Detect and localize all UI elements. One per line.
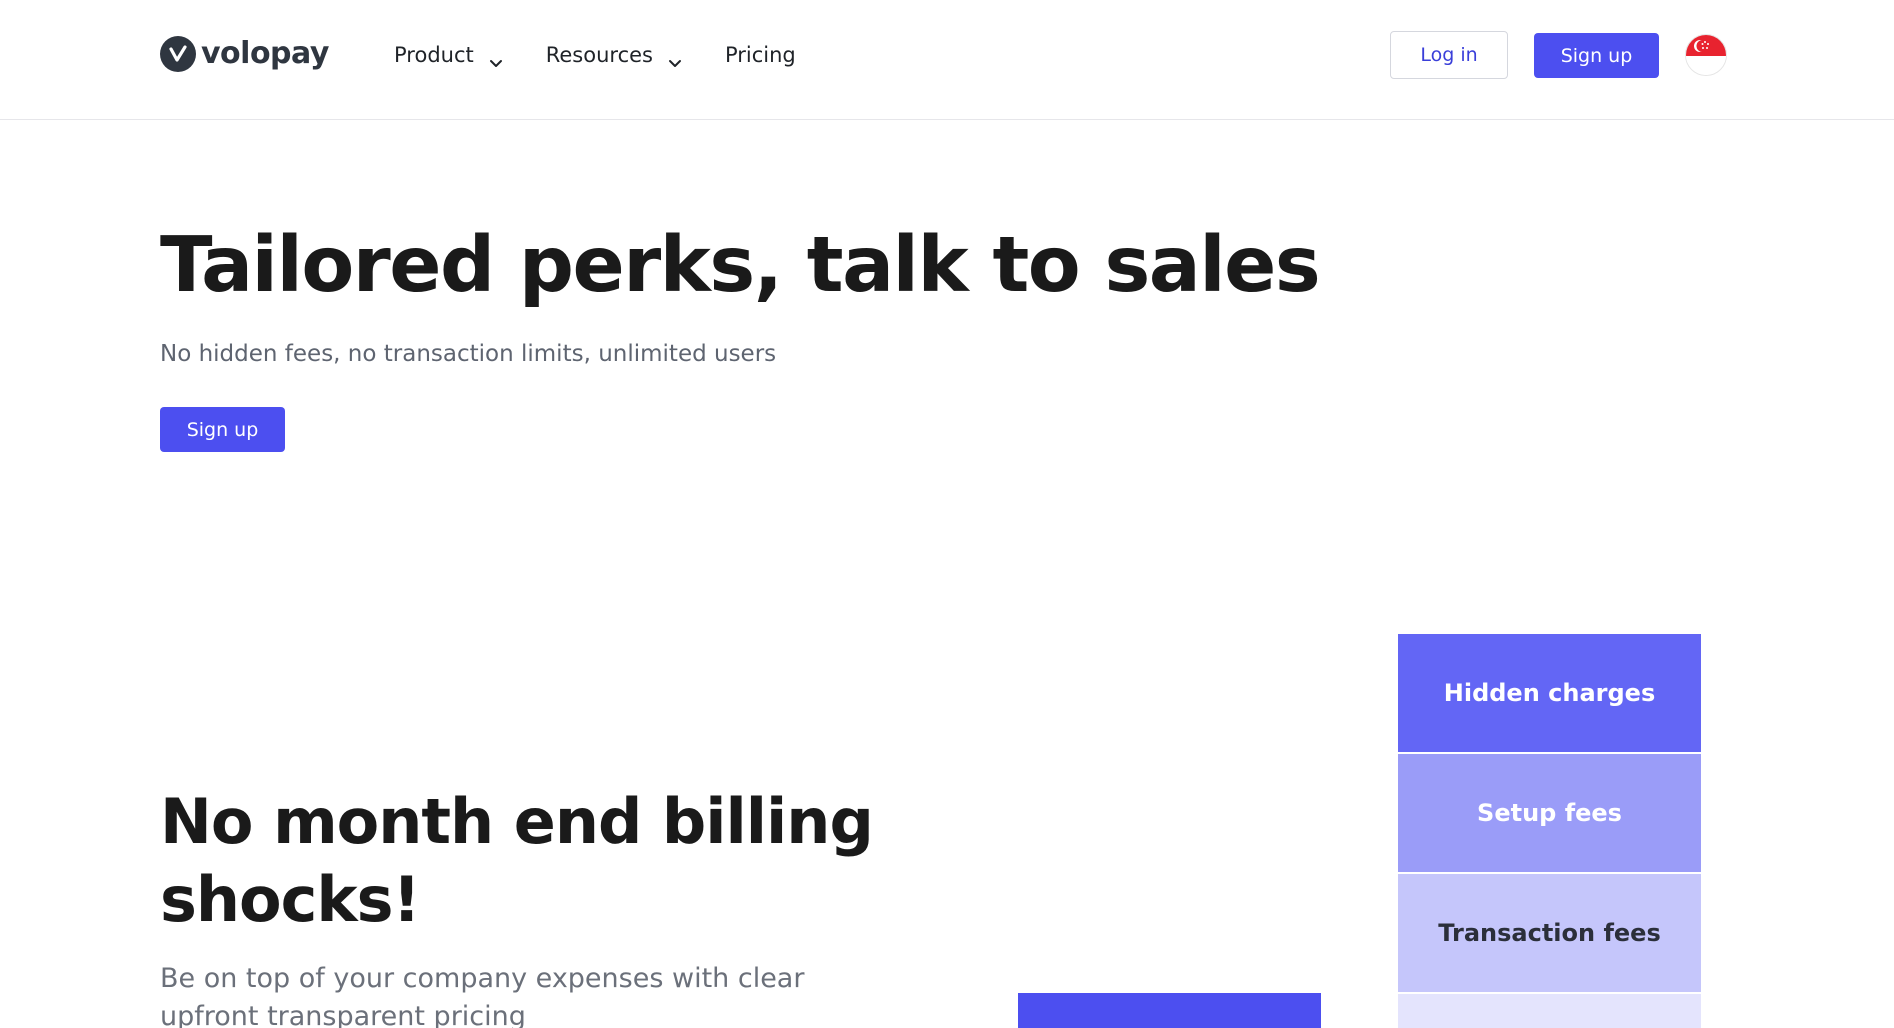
login-button[interactable]: Log in <box>1390 31 1508 79</box>
hero-subtitle: No hidden fees, no transaction limits, u… <box>160 341 777 367</box>
main-nav: Product Resources Pricing <box>394 38 838 72</box>
nav-item-pricing[interactable]: Pricing <box>725 38 796 72</box>
billing-section-title: No month end billing shocks! <box>160 785 874 936</box>
volopay-logo[interactable]: volopay <box>160 34 329 74</box>
volopay-logo-icon <box>160 36 196 72</box>
nav-item-label: Resources <box>545 43 653 67</box>
fee-transaction-fees: Transaction fees <box>1398 874 1701 992</box>
site-header: volopay Product Resources Pricing Log in… <box>0 0 1894 120</box>
logo-text: volopay <box>201 36 329 71</box>
fee-stack: Hidden charges Setup fees Transaction fe… <box>1398 634 1701 1028</box>
signup-button[interactable]: Sign up <box>1534 33 1659 78</box>
nav-item-label: Pricing <box>724 43 796 67</box>
nav-item-product[interactable]: Product <box>394 38 504 72</box>
comparison-bar <box>1018 993 1321 1028</box>
page: volopay Product Resources Pricing Log in… <box>0 0 1894 1028</box>
fee-setup-fees: Setup fees <box>1398 754 1701 872</box>
hero-title: Tailored perks, talk to sales <box>160 221 1321 310</box>
chevron-down-icon <box>667 47 683 67</box>
fee-block-partial <box>1398 994 1701 1028</box>
nav-item-label: Product <box>394 43 474 67</box>
fee-hidden-charges: Hidden charges <box>1398 634 1701 752</box>
hero-signup-button[interactable]: Sign up <box>160 407 285 452</box>
nav-item-resources[interactable]: Resources <box>546 38 683 72</box>
billing-section-subtitle: Be on top of your company expenses with … <box>160 963 805 1028</box>
chevron-down-icon <box>488 47 504 67</box>
singapore-flag-icon[interactable] <box>1685 34 1727 76</box>
